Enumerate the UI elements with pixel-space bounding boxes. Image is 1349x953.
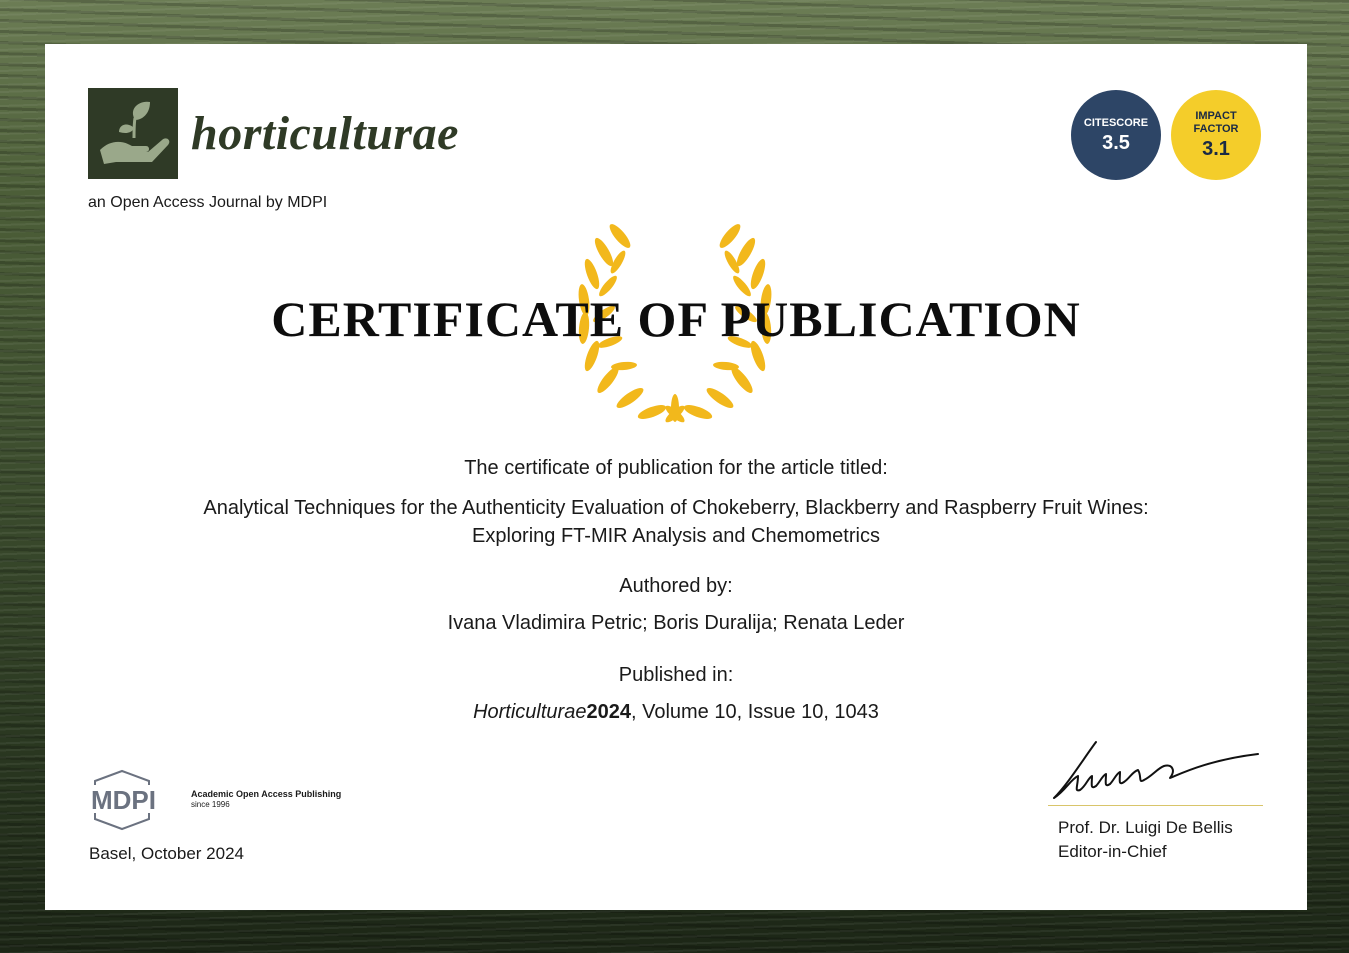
impact-factor-badge: IMPACT FACTOR 3.1 [1171, 90, 1261, 180]
journal-logo [88, 88, 178, 179]
impact-label-line1: IMPACT [1195, 110, 1237, 122]
plant-hand-icon [100, 101, 170, 164]
publication-journal: Horticulturae [473, 701, 587, 723]
publication-volume-issue: , Volume 10, Issue 10, 1043 [630, 701, 879, 723]
mdpi-logo-text: MDPI [91, 785, 156, 815]
place-date: Basel, October 2024 [89, 844, 244, 863]
editor-signature [1053, 741, 1259, 799]
citescore-badge: CITESCORE 3.5 [1071, 90, 1161, 180]
article-title-line2: Exploring FT-MIR Analysis and Chemometri… [472, 525, 880, 547]
publication-details: Horticulturae2024, Volume 10, Issue 10, … [45, 701, 1307, 724]
article-title-line1: Analytical Techniques for the Authentici… [203, 497, 1149, 519]
certificate-intro: The certificate of publication for the a… [464, 457, 888, 479]
editor-name: Prof. Dr. Luigi De Bellis [1058, 818, 1233, 837]
publisher-since: since 1996 [191, 800, 230, 809]
publisher-tagline: Academic Open Access Publishing [191, 789, 342, 799]
publication-year: 2024 [586, 701, 631, 723]
editor-role: Editor-in-Chief [1058, 842, 1167, 861]
citescore-label: CITESCORE [1083, 116, 1149, 129]
authored-label: Authored by: [619, 575, 733, 597]
certificate-card: horticulturae an Open Access Journal by … [45, 44, 1307, 910]
signature-line [1048, 805, 1263, 806]
impact-label-line2: FACTOR [1193, 123, 1239, 135]
certificate-title: CERTIFICATE OF PUBLICATION [271, 291, 1081, 347]
journal-name: horticulturae [191, 107, 459, 160]
mdpi-logo: MDPI [89, 769, 175, 831]
authors-list: Ivana Vladimira Petric; Boris Duralija; … [447, 612, 905, 634]
journal-subtitle: an Open Access Journal by MDPI [88, 194, 328, 211]
published-label: Published in: [618, 664, 734, 686]
citescore-value: 3.5 [1102, 131, 1130, 154]
impact-factor-value: 3.1 [1202, 138, 1230, 160]
